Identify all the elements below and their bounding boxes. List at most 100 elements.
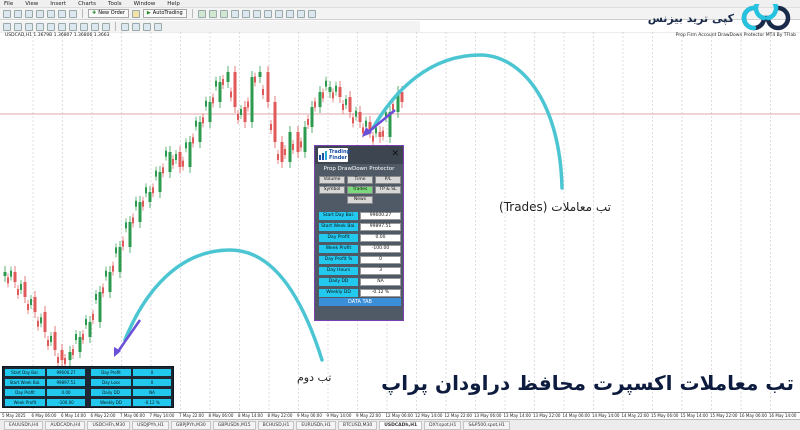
- new-chart-icon[interactable]: [3, 9, 11, 18]
- templates-icon[interactable]: [307, 9, 316, 18]
- menu-item-view[interactable]: View: [25, 1, 38, 7]
- new-order-button[interactable]: ✚ New Order: [88, 9, 129, 18]
- candle-body: [266, 72, 270, 102]
- candle-body: [355, 110, 357, 117]
- symbol-tab[interactable]: GBPJPYh,M30: [170, 420, 211, 430]
- new-order-icon: ✚: [92, 10, 97, 16]
- time-axis: 5 May 2025 6 May 06:00 6 May 14:00 6 May 22…: [0, 412, 800, 419]
- menu-item-help[interactable]: Help: [167, 1, 180, 7]
- candle-body: [178, 152, 182, 167]
- symbol-tab[interactable]: BTCUSD,M30: [337, 420, 378, 430]
- period-m1-icon[interactable]: [121, 22, 129, 31]
- row-value: -100.00: [360, 245, 401, 253]
- market-watch-icon[interactable]: [25, 9, 33, 18]
- candle-body: [345, 99, 347, 105]
- tab-p-l[interactable]: P/L: [375, 176, 401, 184]
- tab-tp-sl[interactable]: TP & SL: [375, 186, 401, 194]
- candlestick-icon[interactable]: [208, 9, 217, 18]
- tab-news[interactable]: News: [347, 196, 373, 204]
- dashboard-value: NA: [133, 389, 171, 396]
- candle-body: [17, 289, 19, 295]
- metaeditor-icon[interactable]: [131, 9, 140, 18]
- symbol-tab[interactable]: BCHUSD,H1: [257, 420, 295, 430]
- menu-item-charts[interactable]: Charts: [78, 1, 96, 7]
- candle-body: [155, 170, 157, 177]
- navigator-icon[interactable]: [47, 9, 55, 18]
- tester-icon[interactable]: [69, 9, 77, 18]
- symbol-tab[interactable]: S&P500.spot,H1: [463, 420, 510, 430]
- candle-body: [318, 92, 322, 107]
- candle-body: [307, 119, 309, 125]
- auto-trading-label: AutoTrading: [152, 10, 183, 16]
- trendline-icon[interactable]: [47, 22, 55, 31]
- period-m5-icon[interactable]: [132, 22, 140, 31]
- bar-chart-icon[interactable]: [197, 9, 206, 18]
- terminal-icon[interactable]: [58, 9, 66, 18]
- candle-body: [378, 132, 382, 137]
- candle-body: [303, 127, 307, 152]
- indicators-icon[interactable]: [285, 9, 294, 18]
- candle-body: [122, 240, 124, 247]
- symbol-tab[interactable]: AUDCADh,H4: [45, 420, 86, 430]
- arrows-tool-icon[interactable]: [102, 22, 110, 31]
- text-tool-icon[interactable]: [80, 22, 88, 31]
- symbol-tab[interactable]: USDCADh,H1: [379, 420, 423, 430]
- time-tick-label: 14 May 14:00: [592, 413, 620, 418]
- symbol-tab[interactable]: EURUSDh,H1: [296, 420, 336, 430]
- periods-icon[interactable]: [296, 9, 305, 18]
- candle-body: [98, 292, 102, 322]
- tile-windows-icon[interactable]: [252, 9, 261, 18]
- profiles-icon[interactable]: [14, 9, 22, 18]
- line-chart-icon[interactable]: [219, 9, 228, 18]
- data-tab-button[interactable]: DATA TAB: [319, 298, 401, 306]
- menu-item-insert[interactable]: Insert: [50, 1, 66, 7]
- panel-row: Start Day Bal. 99600.27: [319, 212, 401, 220]
- channel-icon[interactable]: [58, 22, 66, 31]
- candle-body: [237, 114, 239, 120]
- dashboard-label: Day Profit: [5, 389, 45, 396]
- tab-time[interactable]: Time: [347, 176, 373, 184]
- candle-body: [158, 172, 162, 192]
- period-m15-icon[interactable]: [143, 22, 151, 31]
- time-tick-label: 14 May 22:00: [621, 413, 649, 418]
- chart-shift-icon[interactable]: [274, 9, 283, 18]
- dashboard-value: 99600.27: [47, 369, 85, 376]
- dashboard-label: Day Profit: [91, 369, 131, 376]
- candle-body: [348, 97, 352, 112]
- symbol-tab[interactable]: USDCHFh,M30: [87, 420, 131, 430]
- candle-body: [205, 100, 207, 107]
- fibonacci-icon[interactable]: [69, 22, 77, 31]
- symbol-tab[interactable]: EAUUSDh,H4: [4, 420, 44, 430]
- candle-body: [148, 192, 152, 202]
- time-tick-label: 8 May 06:00: [208, 413, 234, 418]
- candle-body: [212, 97, 214, 104]
- candle-body: [108, 272, 112, 292]
- panel-header: Trading Finder ✕: [315, 146, 403, 164]
- vertical-line-icon[interactable]: [25, 22, 33, 31]
- menu-item-tools[interactable]: Tools: [108, 1, 122, 7]
- zoom-in-icon[interactable]: [230, 9, 239, 18]
- autoscroll-icon[interactable]: [263, 9, 272, 18]
- auto-trading-button[interactable]: ▶ AutoTrading: [142, 9, 187, 18]
- tab-volume[interactable]: Volume: [319, 176, 345, 184]
- zoom-out-icon[interactable]: [241, 9, 250, 18]
- cursor-icon[interactable]: [3, 22, 11, 31]
- menu-item-file[interactable]: File: [4, 1, 13, 7]
- candle-body: [292, 144, 294, 150]
- symbol-tab[interactable]: DXY.spot,H1: [424, 420, 462, 430]
- tab-trades[interactable]: Trades: [347, 186, 373, 194]
- symbol-tab[interactable]: GBPUSDh,M15: [212, 420, 256, 430]
- time-tick-label: 13 May 06:00: [474, 413, 502, 418]
- tab-symbol[interactable]: Symbol: [319, 186, 345, 194]
- period-h1-icon[interactable]: [154, 22, 162, 31]
- candle-body: [33, 297, 37, 312]
- crosshair-icon[interactable]: [14, 22, 22, 31]
- menu-item-window[interactable]: Window: [134, 1, 156, 7]
- label-tool-icon[interactable]: [91, 22, 99, 31]
- data-window-icon[interactable]: [36, 9, 44, 18]
- horizontal-line-icon[interactable]: [36, 22, 44, 31]
- dashboard-label: Start Week Bal.: [5, 379, 45, 386]
- close-icon[interactable]: ✕: [391, 148, 399, 159]
- symbol-tab[interactable]: USDJPYh,H1: [132, 420, 169, 430]
- new-order-label: New Order: [98, 10, 125, 16]
